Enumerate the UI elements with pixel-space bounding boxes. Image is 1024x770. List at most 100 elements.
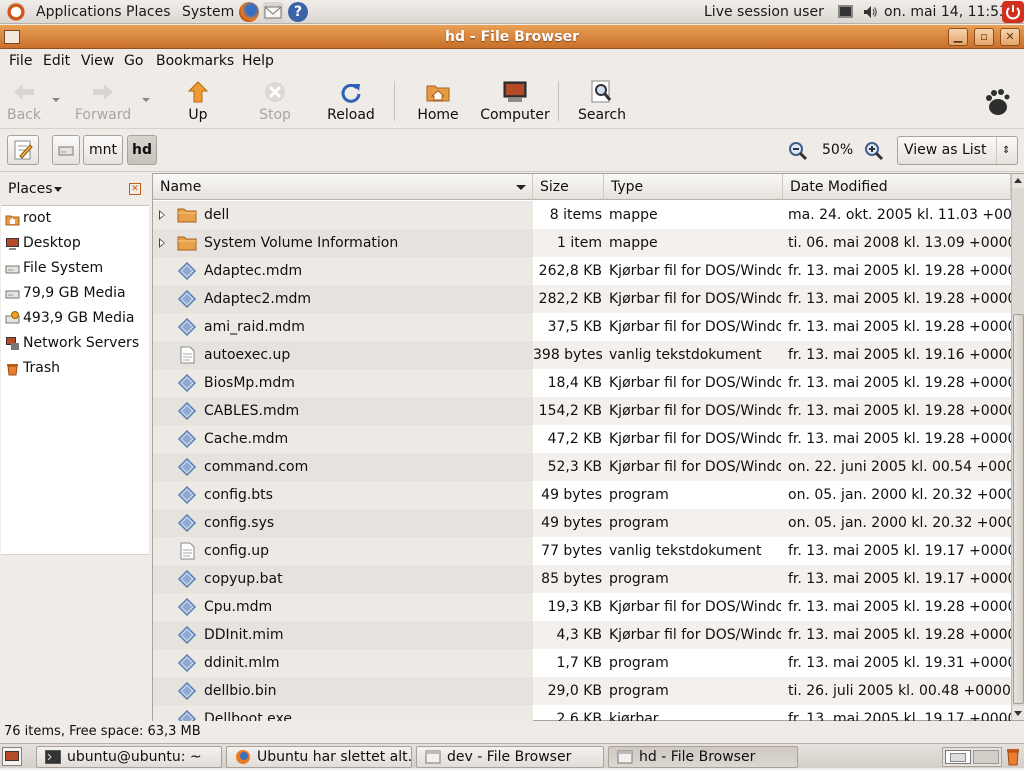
file-size-cell: 77 bytes: [541, 543, 602, 559]
table-row[interactable]: autoexec.up 398 bytes vanlig tekstdokument…: [153, 341, 1011, 369]
menu-view[interactable]: View: [81, 50, 114, 73]
toggle-location-entry-button[interactable]: [7, 135, 39, 165]
sidebar-item-network-servers[interactable]: Network Servers: [1, 331, 149, 356]
table-row[interactable]: dellbio.bin 29,0 KB program ti. 26. juli 20…: [153, 677, 1011, 705]
scroll-down-arrow[interactable]: [1012, 706, 1024, 720]
scrollbar-thumb[interactable]: [1013, 314, 1024, 704]
file-type-cell: Kjørbar fil for DOS/Windows: [609, 403, 781, 419]
expand-arrow-icon[interactable]: [159, 210, 165, 220]
table-row[interactable]: DDInit.mim 4,3 KB Kjørbar fil for DOS/Wind…: [153, 621, 1011, 649]
forward-history-dropdown[interactable]: [142, 98, 150, 102]
taskbar-item-terminal[interactable]: ubuntu@ubuntu: ~: [36, 746, 222, 768]
computer-icon: [503, 81, 527, 102]
path-hd-button[interactable]: hd: [127, 135, 157, 165]
applications-menu[interactable]: Applications: [36, 0, 122, 24]
forward-button[interactable]: Forward: [74, 77, 132, 127]
computer-button[interactable]: Computer: [480, 77, 550, 127]
column-type-header[interactable]: Type: [604, 174, 783, 200]
scroll-up-arrow[interactable]: [1012, 174, 1024, 188]
table-row[interactable]: Adaptec.mdm 262,8 KB Kjørbar fil for DOS/W…: [153, 257, 1011, 285]
mail-icon[interactable]: [263, 2, 283, 22]
taskbar-item-dev-file-browser[interactable]: dev - File Browser: [416, 746, 604, 768]
workspace-1[interactable]: [945, 750, 971, 764]
places-menu[interactable]: Places: [126, 0, 171, 24]
table-row[interactable]: dell 8 items mappe ma. 24. okt. 2005 kl. 11…: [153, 201, 1011, 229]
maximize-button[interactable]: ▫: [974, 28, 994, 46]
ubuntu-logo-icon[interactable]: [6, 2, 26, 22]
menu-help[interactable]: Help: [242, 50, 274, 73]
menu-bookmarks[interactable]: Bookmarks: [156, 50, 234, 73]
zoom-in-button[interactable]: [864, 141, 884, 161]
window-titlebar[interactable]: hd - File Browser ▁ ▫ ✕: [0, 25, 1024, 49]
close-window-button[interactable]: ✕: [1000, 28, 1020, 46]
table-row[interactable]: Cpu.mdm 19,3 KB Kjørbar fil for DOS/Window…: [153, 593, 1011, 621]
column-date-header[interactable]: Date Modified: [783, 174, 1011, 200]
menu-go[interactable]: Go: [124, 50, 143, 73]
menu-edit[interactable]: Edit: [43, 50, 70, 73]
home-button[interactable]: Home: [414, 77, 462, 127]
zoom-out-button[interactable]: [788, 141, 808, 161]
table-row[interactable]: Cache.mdm 47,2 KB Kjørbar fil for DOS/Wind…: [153, 425, 1011, 453]
file-name-cell: Adaptec2.mdm: [204, 291, 312, 307]
volume-icon[interactable]: [862, 4, 878, 20]
workspace-switcher[interactable]: [942, 747, 1002, 767]
table-row[interactable]: config.sys 49 bytes program on. 05. jan. 20…: [153, 509, 1011, 537]
help-icon[interactable]: ?: [288, 2, 308, 22]
places-dropdown-label[interactable]: Places: [8, 177, 53, 201]
reload-button[interactable]: Reload: [326, 77, 376, 127]
zoom-level[interactable]: 50%: [822, 129, 853, 172]
search-button[interactable]: Search: [576, 77, 628, 127]
table-row[interactable]: config.up 77 bytes vanlig tekstdokument fr.…: [153, 537, 1011, 565]
network-monitor-icon[interactable]: [838, 5, 853, 18]
firefox-icon[interactable]: [239, 2, 259, 22]
sidebar-item-media-493[interactable]: 493,9 GB Media: [1, 306, 149, 331]
column-name-header[interactable]: Name: [153, 174, 533, 200]
file-date-cell: fr. 13. mai 2005 kl. 19.28 +0000: [788, 263, 1011, 279]
path-root-drive-button[interactable]: [52, 135, 80, 165]
system-menu[interactable]: System: [182, 0, 234, 24]
sidebar-item-media-79[interactable]: 79,9 GB Media: [1, 281, 149, 306]
places-header[interactable]: Places ✕: [2, 177, 148, 201]
view-mode-select[interactable]: View as List ⇕: [897, 136, 1018, 165]
trash-applet[interactable]: [1004, 747, 1022, 766]
taskbar-item-firefox[interactable]: Ubuntu har slettet alt...: [226, 746, 412, 768]
sidebar-item-desktop[interactable]: Desktop: [1, 231, 149, 256]
back-button[interactable]: Back: [4, 77, 44, 127]
vertical-scrollbar[interactable]: [1011, 174, 1024, 720]
table-row[interactable]: BiosMp.mdm 18,4 KB Kjørbar fil for DOS/Win…: [153, 369, 1011, 397]
up-button[interactable]: Up: [178, 77, 218, 127]
file-size-cell: 49 bytes: [541, 515, 602, 531]
minimize-button[interactable]: ▁: [948, 28, 968, 46]
file-size-cell: 8 items: [549, 207, 602, 223]
forward-label: Forward: [74, 107, 132, 123]
session-user-label[interactable]: Live session user: [704, 0, 824, 24]
table-row[interactable]: ddinit.mlm 1,7 KB program fr. 13. mai 2005 …: [153, 649, 1011, 677]
menu-file[interactable]: File: [9, 50, 32, 73]
clock[interactable]: on. mai 14, 11:53: [884, 0, 1008, 24]
close-sidepane-icon[interactable]: ✕: [129, 183, 141, 195]
path-mnt-button[interactable]: mnt: [83, 135, 123, 165]
table-row[interactable]: System Volume Information 1 item mappe ti. …: [153, 229, 1011, 257]
sidebar-item-file-system[interactable]: File System: [1, 256, 149, 281]
table-row[interactable]: command.com 52,3 KB Kjørbar fil for DOS/Wi…: [153, 453, 1011, 481]
show-desktop-button[interactable]: [2, 747, 22, 766]
table-row[interactable]: Adaptec2.mdm 282,2 KB Kjørbar fil for DOS/…: [153, 285, 1011, 313]
column-size-header[interactable]: Size: [533, 174, 604, 200]
table-row[interactable]: Dellboot.exe 2,6 KB kjørbar fr. 13. mai 200…: [153, 705, 1011, 721]
taskbar-item-hd-file-browser[interactable]: hd - File Browser: [608, 746, 798, 768]
executable-icon: [177, 290, 197, 308]
sidebar-item-root[interactable]: root: [1, 206, 149, 231]
table-row[interactable]: copyup.bat 85 bytes program fr. 13. mai 200…: [153, 565, 1011, 593]
power-icon[interactable]: [1002, 1, 1024, 23]
back-history-dropdown[interactable]: [52, 98, 60, 102]
table-row[interactable]: CABLES.mdm 154,2 KB Kjørbar fil for DOS/Wi…: [153, 397, 1011, 425]
expand-arrow-icon[interactable]: [159, 238, 165, 248]
table-row[interactable]: config.bts 49 bytes program on. 05. jan. 20…: [153, 481, 1011, 509]
workspace-2[interactable]: [973, 750, 999, 764]
table-row[interactable]: ami_raid.mdm 37,5 KB Kjørbar fil for DOS/W…: [153, 313, 1011, 341]
stop-button[interactable]: Stop: [254, 77, 296, 127]
sidebar-item-trash[interactable]: Trash: [1, 356, 149, 381]
up-label: Up: [188, 107, 208, 123]
search-icon: [591, 80, 612, 103]
workspace-window-thumb: [950, 753, 966, 762]
